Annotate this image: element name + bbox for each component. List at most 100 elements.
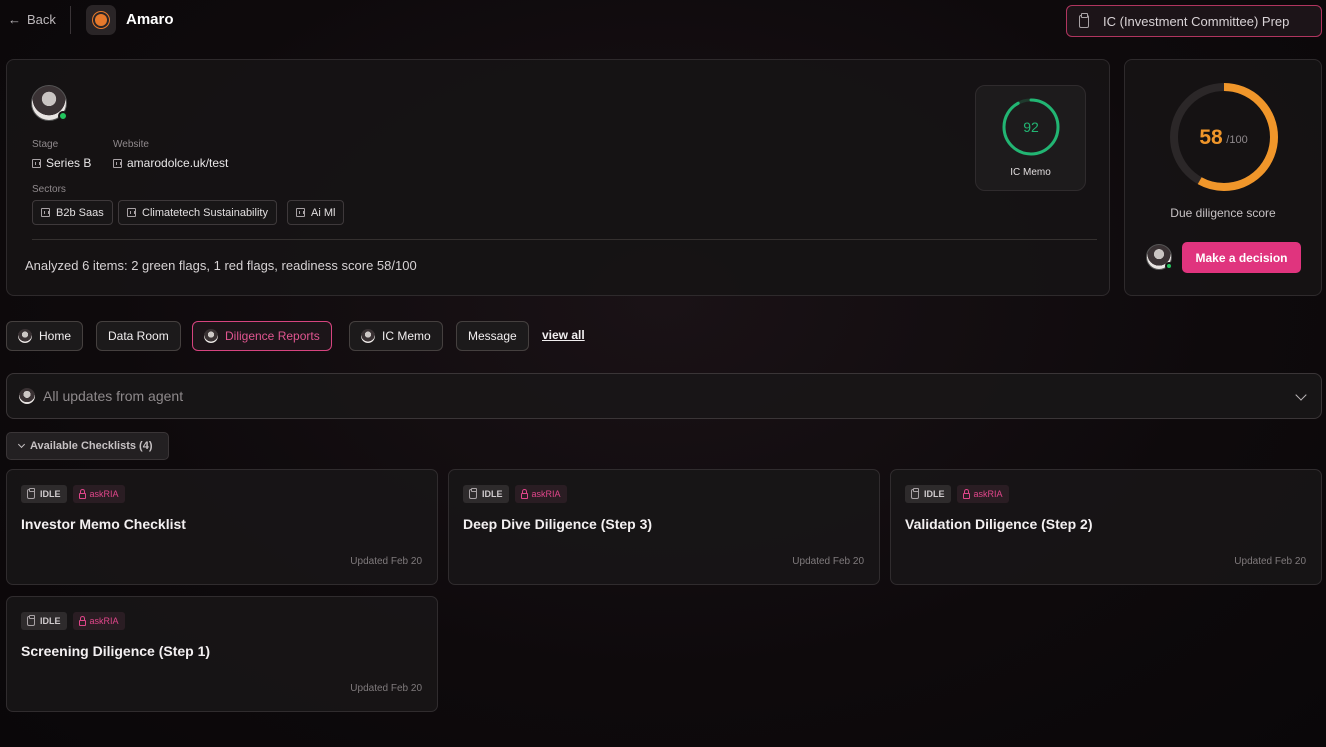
stage-value: Series B (32, 156, 91, 170)
avatar-icon (361, 329, 375, 343)
lock-icon (78, 488, 86, 499)
tab-diligence-reports[interactable]: Diligence Reports (192, 321, 332, 351)
clipboard-icon (911, 488, 919, 499)
sector-chip: B2b Saas (32, 200, 113, 225)
tab-ic-memo[interactable]: IC Memo (349, 321, 443, 351)
askria-badge: askRIA (956, 485, 1009, 503)
building-icon (32, 158, 41, 168)
ic-memo-score: 92 (1023, 119, 1039, 135)
checklist-updated: Updated Feb 20 (350, 683, 422, 694)
clipboard-icon (27, 488, 35, 499)
agent-updates-dropdown[interactable]: All updates from agent (6, 373, 1322, 419)
arrow-left-icon: ← (8, 11, 21, 27)
clipboard-icon (27, 615, 35, 626)
lock-icon (962, 488, 970, 499)
tag-text: askRIA (89, 616, 119, 626)
score-value: 58 (1199, 126, 1223, 149)
tab-message[interactable]: Message (456, 321, 529, 351)
avatar-icon (19, 388, 35, 404)
tab-label: IC Memo (382, 329, 431, 343)
avatar (31, 85, 68, 121)
stage-label: Stage (32, 139, 59, 150)
lock-icon (520, 488, 528, 499)
score-label: Due diligence score (1170, 206, 1276, 220)
header-divider (70, 6, 71, 34)
askria-badge: askRIA (72, 485, 125, 503)
checklist-updated: Updated Feb 20 (792, 556, 864, 567)
avatar-icon (18, 329, 32, 343)
ic-memo-score-box[interactable]: 92 IC Memo (975, 85, 1086, 191)
make-decision-button[interactable]: Make a decision (1182, 242, 1301, 273)
checklist-title: Deep Dive Diligence (Step 3) (463, 516, 653, 532)
sector-chip-label: Climatetech Sustainability (142, 206, 268, 219)
building-icon (127, 208, 136, 217)
checklist-updated: Updated Feb 20 (350, 556, 422, 567)
status-badge: IDLE (463, 485, 509, 503)
checklist-title: Screening Diligence (Step 1) (21, 643, 211, 659)
available-checklists-label: Available Checklists (4) (30, 440, 153, 452)
back-label: Back (27, 11, 56, 27)
avatar (1146, 244, 1173, 270)
status-text: IDLE (482, 489, 503, 499)
status-badge: IDLE (21, 612, 67, 630)
stage-text: Series B (46, 156, 92, 170)
ic-prep-label: IC (Investment Committee) Prep (1103, 13, 1290, 29)
due-diligence-score-card: 58 /100 Due diligence score Make a decis… (1124, 59, 1322, 296)
status-badge: IDLE (21, 485, 67, 503)
tab-label: Data Room (108, 329, 169, 343)
status-text: IDLE (924, 489, 945, 499)
ic-memo-label: IC Memo (1010, 167, 1051, 178)
back-button[interactable]: ← Back (8, 11, 56, 27)
chevron-down-icon (1295, 389, 1307, 401)
checklist-card[interactable]: IDLE askRIA Screening Diligence (Step 1)… (6, 596, 438, 712)
sector-chip: Ai Ml (287, 200, 345, 225)
checklist-card[interactable]: IDLE askRIA Deep Dive Diligence (Step 3)… (448, 469, 880, 585)
score-max: /100 (1226, 134, 1247, 146)
building-icon (41, 208, 50, 217)
company-name: Amaro (126, 11, 174, 28)
ic-memo-ring: 92 (1002, 98, 1060, 156)
tag-text: askRIA (973, 489, 1003, 499)
online-status-dot (58, 111, 68, 121)
company-logo (86, 5, 116, 35)
divider (32, 239, 1097, 240)
sun-icon (95, 14, 107, 26)
checklist-title: Validation Diligence (Step 2) (905, 516, 1093, 532)
website-label: Website (113, 139, 149, 150)
website-text: amarodolce.uk/test (127, 156, 229, 170)
tab-label: Home (39, 329, 72, 343)
tab-label: Diligence Reports (225, 329, 320, 343)
tag-text: askRIA (531, 489, 561, 499)
website-link[interactable]: amarodolce.uk/test (113, 156, 228, 170)
lock-icon (78, 615, 86, 626)
tab-home[interactable]: Home (6, 321, 84, 351)
analysis-summary: Analyzed 6 items: 2 green flags, 1 red f… (25, 258, 417, 273)
building-icon (296, 208, 305, 217)
tag-text: askRIA (89, 489, 119, 499)
askria-badge: askRIA (72, 612, 125, 630)
checklist-card[interactable]: IDLE askRIA Validation Diligence (Step 2… (890, 469, 1322, 585)
clipboard-icon (1079, 12, 1089, 28)
avatar-icon (204, 329, 218, 343)
sector-chip-label: B2b Saas (56, 206, 104, 219)
clipboard-icon (469, 488, 477, 499)
sector-chip-label: Ai Ml (311, 206, 336, 219)
score-gauge: 58 /100 (1170, 83, 1278, 191)
checklist-updated: Updated Feb 20 (1234, 556, 1306, 567)
tab-label: Message (468, 329, 517, 343)
chevron-down-icon (17, 440, 26, 449)
online-status-dot (1165, 262, 1173, 270)
askria-badge: askRIA (514, 485, 567, 503)
checklist-title: Investor Memo Checklist (21, 516, 186, 532)
tab-data-room[interactable]: Data Room (96, 321, 181, 351)
checklist-card[interactable]: IDLE askRIA Investor Memo Checklist Upda… (6, 469, 438, 585)
available-checklists-toggle[interactable]: Available Checklists (4) (6, 432, 169, 460)
status-badge: IDLE (905, 485, 951, 503)
company-profile-card: Stage Series B Website amarodolce.uk/tes… (6, 59, 1110, 296)
view-all-link[interactable]: view all (542, 328, 585, 342)
ic-prep-button[interactable]: IC (Investment Committee) Prep (1066, 5, 1322, 37)
sectors-label: Sectors (32, 184, 66, 195)
status-text: IDLE (40, 616, 61, 626)
agent-updates-label: All updates from agent (43, 388, 184, 404)
building-icon (113, 158, 122, 168)
